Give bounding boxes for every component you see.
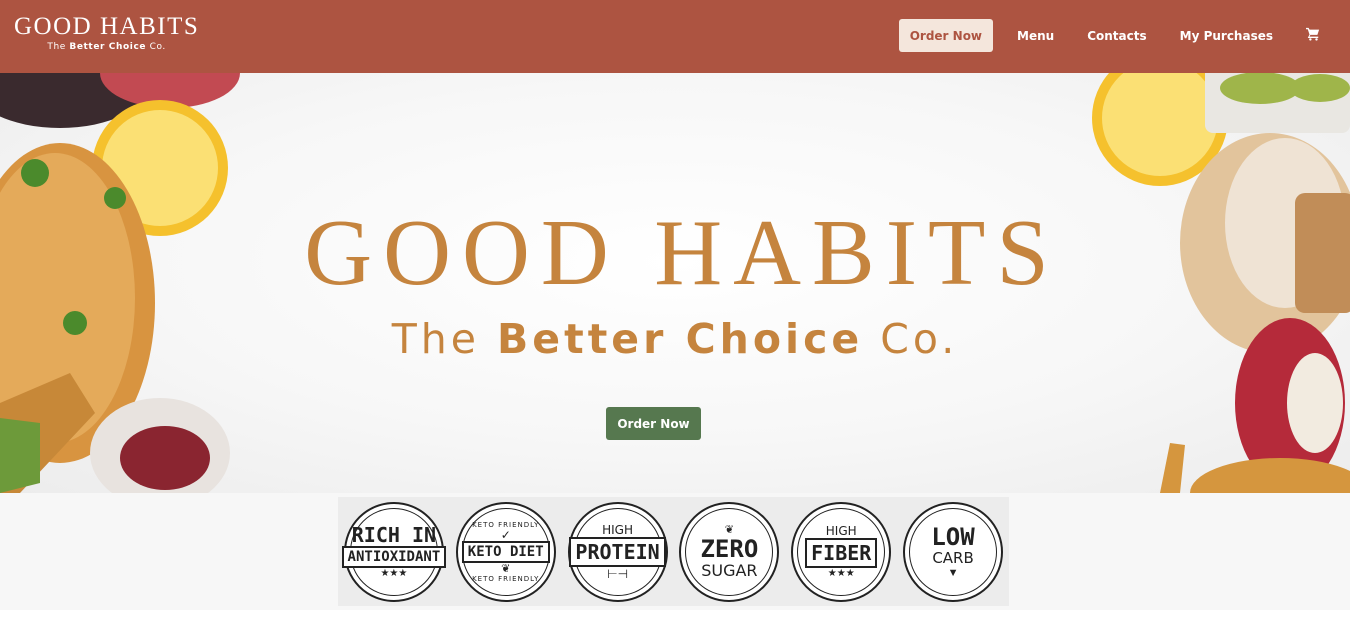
badge-ribbon-text: KETO DIET: [461, 540, 550, 563]
hero-sub-bold: Better Choice: [497, 315, 864, 363]
hero-banner: GOOD HABITS The Better Choice Co. Order …: [0, 73, 1350, 493]
badge-top-text: HIGH: [825, 523, 857, 538]
badges-section: RICH IN ANTIOXIDANT ★★★ KETO FRIENDLY ✓ …: [0, 493, 1350, 610]
badge-top-text: HIGH: [602, 522, 633, 537]
badge-bottom-text: CARB: [932, 549, 974, 567]
badge-high-protein: HIGH PROTEIN ⊢⊣: [567, 501, 668, 602]
badge-high-fiber: HIGH FIBER ★★★: [791, 501, 892, 602]
hero-sub-prefix: The: [391, 315, 480, 363]
badge-arc-bottom-text: KETO FRIENDLY: [472, 574, 540, 583]
down-arrow-icon: ▼: [947, 567, 959, 579]
hero-title: GOOD HABITS: [304, 201, 1060, 305]
site-header: GOOD HABITS The Better Choice Co. Order …: [0, 0, 1350, 73]
nav-order-now-button[interactable]: Order Now: [898, 19, 994, 52]
badge-arc-top-text: KETO FRIENDLY: [472, 520, 540, 529]
nav-menu-link[interactable]: Menu: [1017, 29, 1054, 43]
badge-ribbon-text: PROTEIN: [569, 536, 666, 567]
nav-contacts-link[interactable]: Contacts: [1087, 29, 1146, 43]
logo-sub-prefix: The: [47, 42, 66, 52]
logo-sub-bold: Better Choice: [69, 42, 147, 52]
nav-my-purchases-link[interactable]: My Purchases: [1180, 29, 1273, 43]
leaf-icon: ❦: [724, 523, 734, 536]
badge-top-text: ZERO: [700, 534, 759, 563]
logo-title: GOOD HABITS: [14, 13, 200, 40]
star-icons: ★★★: [380, 567, 408, 579]
star-icons: ★★★: [827, 567, 855, 579]
main-nav: Order Now Menu Contacts My Purchases: [898, 19, 1320, 52]
badge-ribbon-text: FIBER: [805, 537, 878, 568]
badge-top-text: LOW: [931, 523, 975, 551]
dumbbell-icon: ⊢⊣: [607, 566, 629, 581]
badges-strip: RICH IN ANTIOXIDANT ★★★ KETO FRIENDLY ✓ …: [338, 497, 1009, 606]
logo-tagline: The Better Choice Co.: [14, 42, 199, 52]
badge-keto-diet: KETO FRIENDLY ✓ KETO DIET ❦ KETO FRIENDL…: [455, 501, 556, 602]
logo[interactable]: GOOD HABITS The Better Choice Co.: [14, 13, 200, 53]
logo-sub-suffix: Co.: [149, 42, 166, 52]
badge-ribbon-text: ANTIOXIDANT: [341, 545, 447, 568]
leaf-icon: ❦: [501, 562, 511, 575]
check-icon: ✓: [500, 527, 511, 542]
hero-subtitle: The Better Choice Co.: [0, 315, 1350, 363]
hero-order-now-button[interactable]: Order Now: [606, 407, 701, 440]
badge-rich-in-antioxidant: RICH IN ANTIOXIDANT ★★★: [341, 501, 447, 602]
cart-icon[interactable]: [1306, 27, 1320, 41]
badge-top-text: RICH IN: [351, 522, 437, 547]
hero-sub-suffix: Co.: [880, 315, 959, 363]
badge-bottom-text: SUGAR: [701, 560, 758, 580]
badge-zero-sugar: ❦ ZERO SUGAR: [679, 501, 780, 602]
badge-low-carb: LOW CARB ▼: [903, 501, 1004, 602]
